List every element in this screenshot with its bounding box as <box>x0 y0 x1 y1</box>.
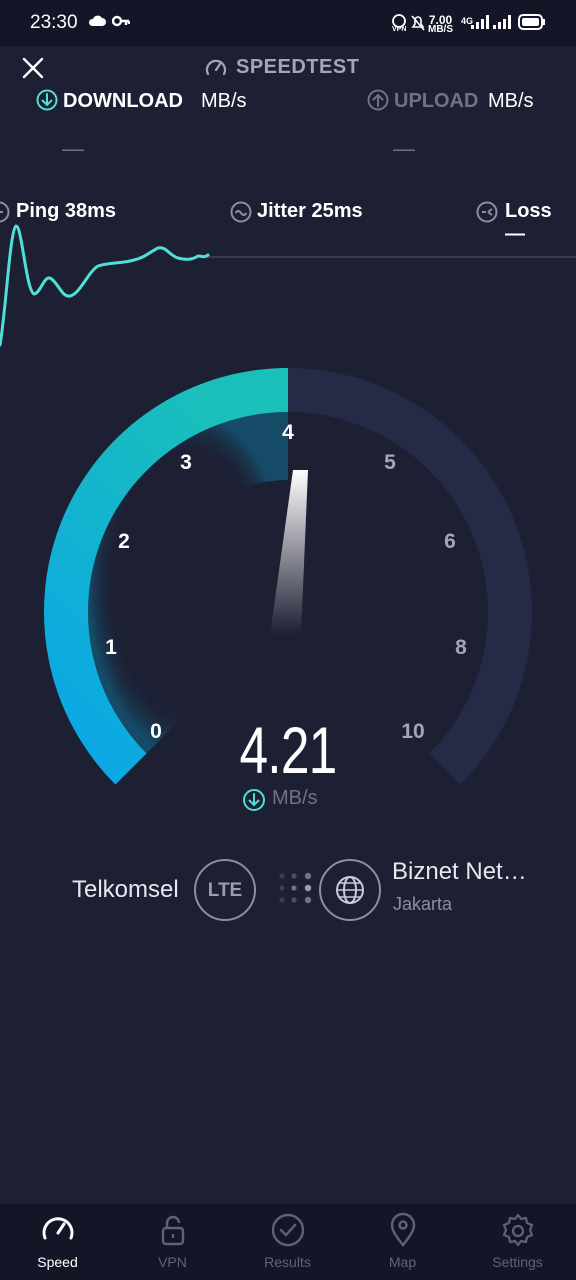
upload-icon <box>367 89 389 111</box>
check-circle-icon <box>271 1213 305 1247</box>
status-bar: 23:30 VPN 7.00 MB/S 4G <box>0 0 576 46</box>
globe-icon <box>336 876 364 904</box>
nav-speed[interactable]: Speed <box>0 1204 115 1280</box>
download-label: DOWNLOAD <box>63 90 183 112</box>
nav-settings-label: Settings <box>492 1254 543 1270</box>
nav-results[interactable]: Results <box>230 1204 345 1280</box>
vpn-icon: VPN <box>392 14 406 32</box>
server-city: Jakarta <box>393 894 453 914</box>
download-icon <box>36 89 58 111</box>
key-icon <box>112 15 130 27</box>
upload-label: UPLOAD <box>394 90 479 112</box>
speed-trace-graph <box>0 224 576 347</box>
upload-value: — <box>393 136 415 161</box>
bell-muted-icon <box>411 15 425 31</box>
cloud-icon <box>88 15 106 26</box>
speedometer-icon <box>205 59 227 76</box>
upload-unit: MB/s <box>488 90 534 112</box>
gauge-tick-label: 2 <box>118 530 130 553</box>
nav-speed-label: Speed <box>37 1254 78 1270</box>
signal-2-icon <box>493 15 511 29</box>
nav-vpn[interactable]: VPN <box>115 1204 230 1280</box>
nav-vpn-label: VPN <box>158 1254 187 1270</box>
carrier-tech-label: LTE <box>207 880 243 901</box>
speed-value: 4.21 <box>239 713 337 787</box>
map-pin-icon <box>390 1212 416 1247</box>
battery-icon <box>518 14 545 30</box>
nav-settings[interactable]: Settings <box>460 1204 575 1280</box>
download-icon <box>243 789 265 811</box>
server-name[interactable]: Biznet Net… <box>392 858 527 886</box>
download-value: — <box>62 136 84 161</box>
connection-dots-icon <box>279 872 312 904</box>
network-rate: 7.00 MB/S <box>428 13 453 35</box>
download-unit: MB/s <box>201 90 247 112</box>
nav-map[interactable]: Map <box>345 1204 460 1280</box>
carrier-name: Telkomsel <box>72 876 179 903</box>
gauge-tick-label: 1 <box>105 636 117 659</box>
gear-icon <box>502 1213 534 1247</box>
gauge-needle <box>270 470 308 635</box>
svg-text:VPN: VPN <box>392 26 406 32</box>
speedometer-icon <box>42 1217 74 1240</box>
speed-unit: MB/s <box>272 787 318 809</box>
gauge-tick-label: 8 <box>455 636 467 659</box>
server-badge[interactable] <box>319 859 381 921</box>
nav-results-label: Results <box>264 1254 311 1270</box>
status-clock: 23:30 <box>30 12 78 33</box>
signal-icon <box>471 15 489 29</box>
close-icon[interactable] <box>18 53 48 83</box>
gauge-tick-label: 3 <box>180 451 192 474</box>
bottom-nav: Speed VPN Results Map Settings <box>0 1204 576 1280</box>
lock-icon <box>161 1215 185 1246</box>
gauge-tick-label: 5 <box>384 451 396 474</box>
gauge-tick-label: 6 <box>444 530 456 553</box>
gauge-tick-label: 4 <box>282 421 294 444</box>
page-title: SPEEDTEST <box>236 56 360 78</box>
nav-map-label: Map <box>388 1254 417 1270</box>
carrier-tech-badge[interactable]: LTE <box>194 859 256 921</box>
